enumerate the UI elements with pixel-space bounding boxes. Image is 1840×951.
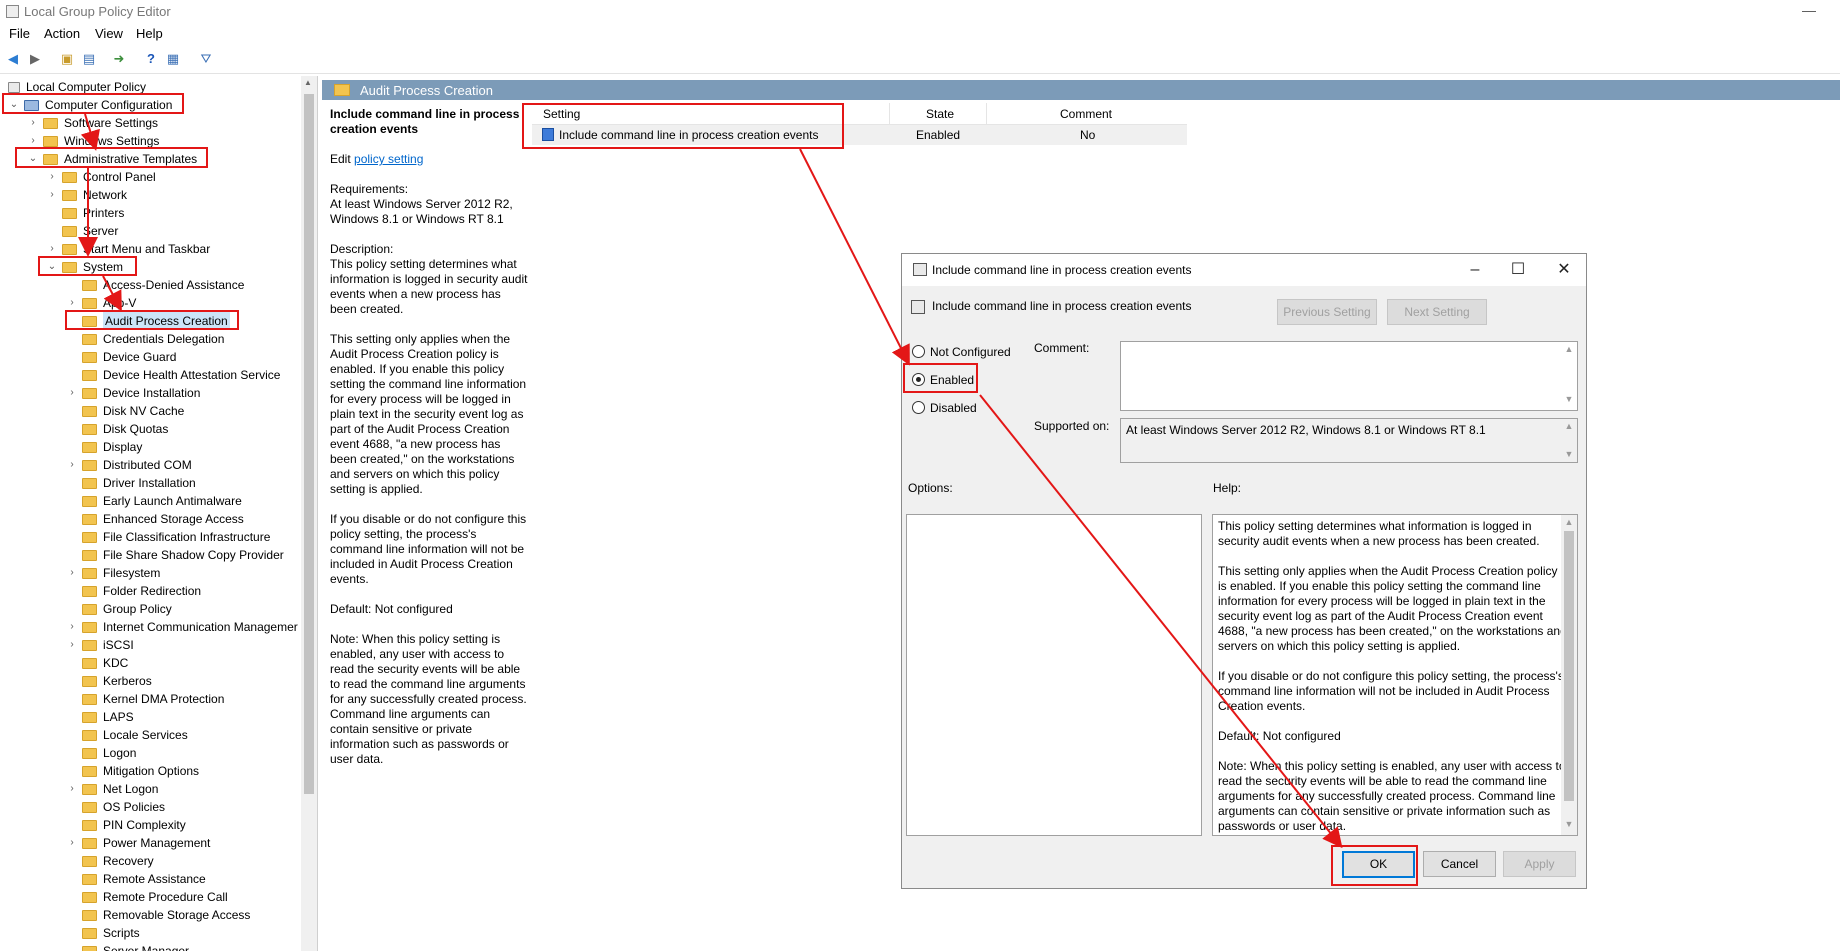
- annotation-arrows: [78, 113, 1343, 849]
- arrow-to-administrative-templates: [80, 113, 100, 151]
- arrow-to-audit-process-creation: [102, 275, 122, 312]
- arrow-to-enabled: [799, 148, 910, 366]
- arrow-to-ok: [979, 394, 1343, 849]
